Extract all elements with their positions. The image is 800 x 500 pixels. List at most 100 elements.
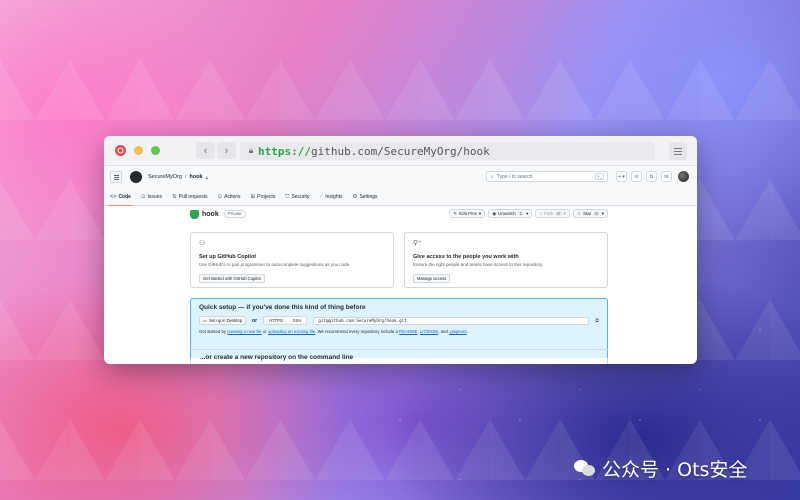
lock-icon: 🔒︎	[248, 146, 254, 156]
pull-requests-button[interactable]: ⇅	[646, 171, 657, 182]
edit-pins-button[interactable]: ✎ Edit Pins ▾	[449, 209, 486, 218]
chevron-down-icon: ▾	[601, 210, 604, 216]
watch-count: 1	[517, 211, 525, 216]
hint-text: . We recommend every repository include …	[315, 329, 400, 334]
chevron-down-icon: ▾	[478, 210, 482, 216]
gitignore-link[interactable]: .gitignore	[449, 329, 467, 334]
tab-label: Issues	[147, 194, 162, 200]
star-label: Star	[582, 211, 592, 216]
protocol-toggle: HTTPS SSH	[263, 316, 308, 325]
chevron-down-icon: ▾	[563, 210, 566, 216]
readme-link[interactable]: README	[399, 329, 417, 334]
unwatch-button[interactable]: ◉ Unwatch 1 ▾	[488, 209, 533, 218]
copilot-card: ⚇ Set up GitHub Copilot Use GitHub's AI …	[190, 232, 394, 288]
visibility-badge: Private	[223, 210, 246, 218]
clone-url-field[interactable]: git@github.com:SecureMyOrg/hook.git	[313, 316, 590, 325]
or-label: or	[252, 317, 258, 324]
close-window-button[interactable]	[115, 145, 126, 156]
forward-button[interactable]: ›	[217, 142, 236, 159]
browser-toolbar: ‹ › 🔒︎ https://github.com/SecureMyOrg/ho…	[104, 136, 697, 166]
breadcrumb-repo[interactable]: hook	[189, 174, 202, 180]
lock-icon: 🔒︎	[205, 174, 208, 180]
command-line-title: ...or create a new repository on the com…	[200, 354, 354, 361]
tab-insights[interactable]: ⟋ Insights	[319, 188, 342, 206]
breadcrumb: SecureMyOrg / hook 🔒︎	[148, 174, 208, 180]
quick-setup-title: Quick setup — if you've done this kind o…	[199, 304, 366, 311]
browser-menu-button[interactable]	[669, 142, 687, 160]
tab-label: Code	[118, 194, 131, 200]
copilot-get-started-button[interactable]: Get started with GitHub Copilot	[199, 274, 265, 283]
breadcrumb-org[interactable]: SecureMyOrg	[148, 174, 182, 180]
quick-setup-row: ▭ Set up in Desktop or HTTPS SSH git@gith…	[199, 316, 599, 325]
star-icon: ☆	[576, 210, 581, 216]
fork-label: Fork	[544, 211, 554, 216]
ssh-tab[interactable]: SSH	[287, 317, 307, 324]
quick-setup-hint: Get started by creating a new file or up…	[199, 329, 599, 334]
copilot-card-title: Set up GitHub Copilot	[199, 254, 257, 260]
tab-label: Security	[291, 194, 310, 200]
graph-icon: ⟋	[319, 193, 324, 200]
setup-desktop-button[interactable]: ▭ Set up in Desktop	[199, 316, 247, 325]
tab-code[interactable]: <> Code	[108, 188, 133, 206]
create-new-button[interactable]: + ▾	[616, 171, 627, 182]
star-button[interactable]: ☆ Star 0 ▾	[572, 209, 608, 218]
tab-label: Insights	[325, 194, 343, 200]
tab-settings[interactable]: ⚙ Settings	[353, 188, 378, 206]
window-controls	[115, 145, 160, 156]
hint-text: Get started by	[199, 329, 228, 334]
hint-text: , and	[438, 329, 450, 334]
license-link[interactable]: LICENSE	[420, 329, 438, 334]
shield-icon: ⛉	[285, 193, 290, 200]
tab-actions[interactable]: ⊙ Actions	[218, 188, 241, 206]
divider	[190, 349, 608, 350]
issues-button[interactable]: ⊙	[631, 171, 642, 182]
gear-icon: ⚙	[352, 194, 358, 200]
issue-icon: ⊙	[634, 173, 639, 180]
issue-icon: ⊙	[140, 194, 146, 200]
hint-text: .	[466, 329, 468, 334]
tab-issues[interactable]: ⊙ Issues	[141, 188, 162, 206]
hamburger-icon	[674, 150, 682, 152]
copilot-icon: ⚇	[199, 240, 206, 247]
edit-pins-label: Edit Pins	[459, 211, 477, 216]
avatar[interactable]	[678, 171, 689, 182]
header-actions: + ▾ ⊙ ⇅ ✉	[616, 171, 689, 182]
hamburger-icon	[113, 176, 119, 178]
pull-request-icon: ⇅	[649, 173, 654, 180]
tab-security[interactable]: ⛉ Security	[285, 188, 309, 206]
github-logo-icon[interactable]	[130, 171, 142, 183]
access-card-desc: Ensure the right people and teams have a…	[413, 262, 544, 267]
repo-title[interactable]: hook	[202, 211, 219, 218]
copy-icon[interactable]: ⧉	[595, 318, 599, 324]
search-placeholder: Type / to search	[496, 173, 533, 180]
command-palette-icon: >_	[594, 173, 604, 180]
maximize-window-button[interactable]	[151, 146, 160, 155]
play-icon: ⊙	[217, 194, 223, 200]
github-header: SecureMyOrg / hook 🔒︎ ⌕ Type / to search…	[104, 166, 697, 206]
search-icon: ⌕	[491, 173, 494, 180]
person-add-icon: ⚲⁺	[413, 240, 422, 247]
back-button[interactable]: ‹	[196, 142, 215, 159]
fork-button[interactable]: ⑂ Fork 0 ▾	[535, 209, 570, 218]
tab-pull-requests[interactable]: ⇅ Pull requests	[172, 188, 208, 206]
url-text: github.com/SecureMyOrg/hook	[310, 144, 490, 158]
tab-label: Projects	[257, 194, 276, 200]
unwatch-label: Unwatch	[498, 211, 516, 216]
upload-file-link[interactable]: uploading an existing file	[268, 329, 315, 334]
repo-tabs: <> Code ⊙ Issues ⇅ Pull requests ⊙ Actions ⊞…	[104, 188, 697, 206]
https-tab[interactable]: HTTPS	[264, 317, 288, 324]
star-count: 0	[593, 211, 600, 216]
minimize-window-button[interactable]	[134, 146, 143, 155]
notifications-button[interactable]: ✉	[661, 171, 672, 182]
watermark-text: 公众号 · Ots安全	[602, 459, 748, 481]
create-new-file-link[interactable]: creating a new file	[227, 329, 262, 334]
manage-access-button[interactable]: Manage access	[413, 274, 451, 283]
github-menu-button[interactable]	[110, 171, 122, 183]
desktop-icon: ▭	[203, 318, 207, 323]
search-input[interactable]: ⌕ Type / to search >_	[486, 171, 608, 182]
tab-projects[interactable]: ⊞ Projects	[251, 188, 276, 206]
breadcrumb-separator: /	[184, 174, 187, 180]
address-bar[interactable]: 🔒︎ https://github.com/SecureMyOrg/hook	[240, 142, 655, 160]
setup-desktop-label: Set up in Desktop	[208, 318, 243, 323]
github-topbar: SecureMyOrg / hook 🔒︎ ⌕ Type / to search…	[104, 166, 697, 188]
